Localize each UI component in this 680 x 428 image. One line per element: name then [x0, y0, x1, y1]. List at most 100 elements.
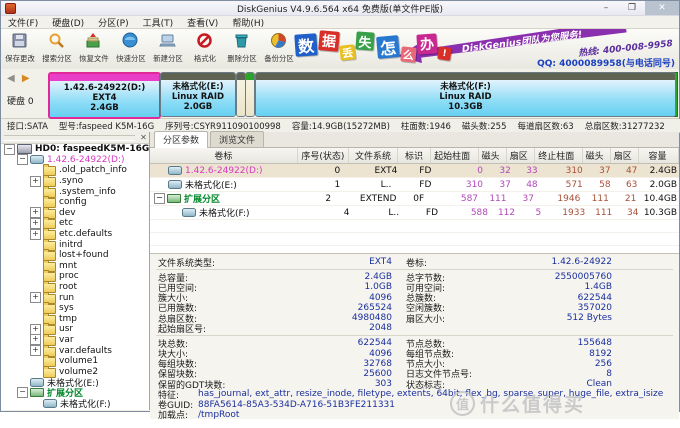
table-row[interactable]: 未格式化(F:) 4 L.. FD 588 112 5 1933 111 34 10.3GB [150, 206, 679, 220]
tree-item-label: sys [59, 303, 74, 314]
tree-item[interactable]: mnt [1, 259, 149, 272]
free-space-block[interactable] [245, 72, 255, 117]
details-rv: 622544 [577, 292, 612, 303]
column-header: 起始柱面 [431, 148, 479, 163]
tree-item[interactable]: 未格式化(F:) [1, 398, 149, 410]
tree-item[interactable]: .system_info [1, 185, 149, 198]
toolbar-button-label: 格式化 [193, 54, 216, 63]
menu-item-3[interactable]: 工具(T) [136, 16, 181, 29]
tab-partition-params[interactable]: 分区参数 [154, 131, 209, 148]
tree-item[interactable]: initrd [1, 238, 149, 251]
toolbar-button-label: 恢复文件 [78, 54, 109, 63]
partition-block[interactable]: 未格式化(F:) Linux RAID 10.3GB [255, 72, 676, 117]
row-expand-toggle[interactable]: − [154, 193, 165, 204]
partition-icon [30, 155, 44, 165]
partition-block[interactable]: 未格式化(E:) Linux RAID 2.0GB [160, 72, 236, 117]
tree-expand-toggle[interactable]: − [17, 154, 28, 166]
tree-expand-toggle[interactable]: + [30, 334, 41, 346]
table-row[interactable]: 1.42.6-24922(D:) 0 EXT4 FD 0 32 33 310 37 47 2.4GB [150, 164, 679, 178]
tree-item-label: run [59, 292, 75, 303]
minimize-button[interactable]: – [593, 1, 619, 15]
tree-expand-toggle[interactable]: + [30, 228, 41, 240]
tree-item[interactable]: + var.defaults [1, 344, 149, 357]
menu-item-1[interactable]: 硬盘(D) [45, 16, 91, 29]
tree-item[interactable]: − HD0: faspeedK5M-16G(15GB) [1, 144, 149, 155]
partition-size: 2.4GB [90, 103, 119, 113]
table-row-label-cell: 未格式化(E:) [150, 178, 313, 191]
table-row[interactable]: − 扩展分区 2 EXTEND 0F 587 111 37 1946 111 21 10.4GB [150, 192, 679, 206]
menu-item-0[interactable]: 文件(F) [1, 16, 45, 29]
tree-item-label: proc [59, 271, 79, 282]
splitter-groove[interactable] [4, 134, 135, 141]
tree-item[interactable]: sys [1, 302, 149, 315]
tree-item[interactable]: .old_patch_info [1, 164, 149, 177]
partition-type-strip [50, 74, 159, 81]
tree-expand-toggle[interactable]: + [30, 217, 41, 229]
table-empty-rows [150, 220, 679, 253]
table-row[interactable]: 未格式化(E:) 1 L.. FD 310 37 48 571 58 63 2.0GB [150, 178, 679, 192]
tree-item[interactable]: + var [1, 333, 149, 346]
toolbar-button-4[interactable]: 新建分区 [149, 29, 186, 67]
close-button[interactable]: ✕ [645, 1, 679, 15]
tree-expand-toggle[interactable]: + [30, 207, 41, 219]
prev-disk-icon[interactable]: ◀ [7, 73, 17, 84]
toolbar-button-6[interactable]: 删除分区 [223, 29, 260, 67]
partition-icon [43, 399, 57, 409]
disk-info-bar: 接口:SATA 型号:faspeed K5M-16G 序列号:CSYR9110901… [1, 119, 680, 133]
tree-expand-toggle[interactable]: − [4, 144, 15, 155]
toolbar-button-0[interactable]: 保存更改 [1, 29, 38, 67]
table-cell: 4 [343, 207, 350, 218]
tree-item[interactable]: config [1, 196, 149, 209]
next-disk-icon[interactable]: ▶ [22, 73, 32, 84]
tree-item[interactable]: + run [1, 291, 149, 304]
tree-expand-toggle[interactable]: − [17, 387, 28, 399]
ad-tile-7: ! [437, 46, 452, 61]
tree-item[interactable]: tmp [1, 312, 149, 325]
toolbar-button-1[interactable]: 搜索分区 [38, 29, 75, 67]
tree-close-icon[interactable]: ✕ [138, 133, 149, 142]
toolbar-button-3[interactable]: 快速分区 [112, 29, 149, 67]
details-full-row: 加载点: /tmpRoot [150, 410, 679, 419]
tree-item-label: dev [59, 207, 76, 218]
window-controls: – ❐ ✕ [593, 1, 679, 15]
table-cell: 32 [499, 165, 511, 176]
partition-size: 10.3GB [448, 102, 483, 112]
tab-browse-files[interactable]: 浏览文件 [210, 131, 265, 147]
partition-icon [182, 208, 196, 217]
tree-expand-toggle[interactable]: + [30, 292, 41, 304]
table-cell: L.. [380, 179, 392, 190]
tree-item[interactable]: − 1.42.6-24922(D:) [1, 154, 149, 166]
toolbar-button-7[interactable]: 备份分区 [260, 29, 297, 67]
tree-item[interactable]: volume1 [1, 355, 149, 368]
partition-block[interactable]: 1.42.6-24922(D:) EXT4 2.4GB [48, 72, 161, 119]
tree-expand-toggle[interactable]: + [30, 323, 41, 335]
table-cell: 587 [460, 193, 479, 204]
tree-item[interactable]: + .syno [1, 175, 149, 188]
tree-item[interactable]: root [1, 281, 149, 294]
main-panel: 分区参数 浏览文件 卷标 序号(状态) 文件系统 标识 起始柱面 磁头 扇区 终止柱面 磁头 扇区容… [150, 131, 680, 419]
table-cell: 0F [413, 193, 425, 204]
tree-item[interactable]: lost+found [1, 249, 149, 262]
partition-type-strip [246, 73, 254, 80]
toolbar-button-5[interactable]: 格式化 [186, 29, 223, 67]
ad-banner[interactable]: DiskGenius团队为您服务! 热线: 400-008-9958 QQ: 4… [293, 29, 679, 68]
menu-item-2[interactable]: 分区(P) [91, 16, 135, 29]
toolbar-button-2[interactable]: 恢复文件 [75, 29, 112, 67]
menu-item-4[interactable]: 查看(V) [180, 16, 225, 29]
disk-label: 硬盘 0 [7, 97, 34, 107]
table-cell: 37 [499, 179, 511, 190]
new-partition-icon [159, 32, 176, 52]
tree-item[interactable]: + etc [1, 217, 149, 230]
tree-item[interactable]: + dev [1, 206, 149, 219]
partition-name: 未格式化(E:) [185, 181, 237, 191]
tree-item[interactable]: + usr [1, 323, 149, 336]
tree-expand-toggle[interactable]: + [30, 175, 41, 187]
column-header: 扇区 [507, 148, 535, 163]
tree-item-label: lost+found [59, 250, 109, 261]
maximize-button[interactable]: ❐ [619, 1, 645, 15]
tree-item[interactable]: + etc.defaults [1, 228, 149, 241]
menu-item-5[interactable]: 帮助(H) [225, 16, 271, 29]
tree-item[interactable]: proc [1, 270, 149, 283]
tree-expand-toggle[interactable]: + [30, 345, 41, 357]
recover-files-icon [85, 32, 102, 52]
